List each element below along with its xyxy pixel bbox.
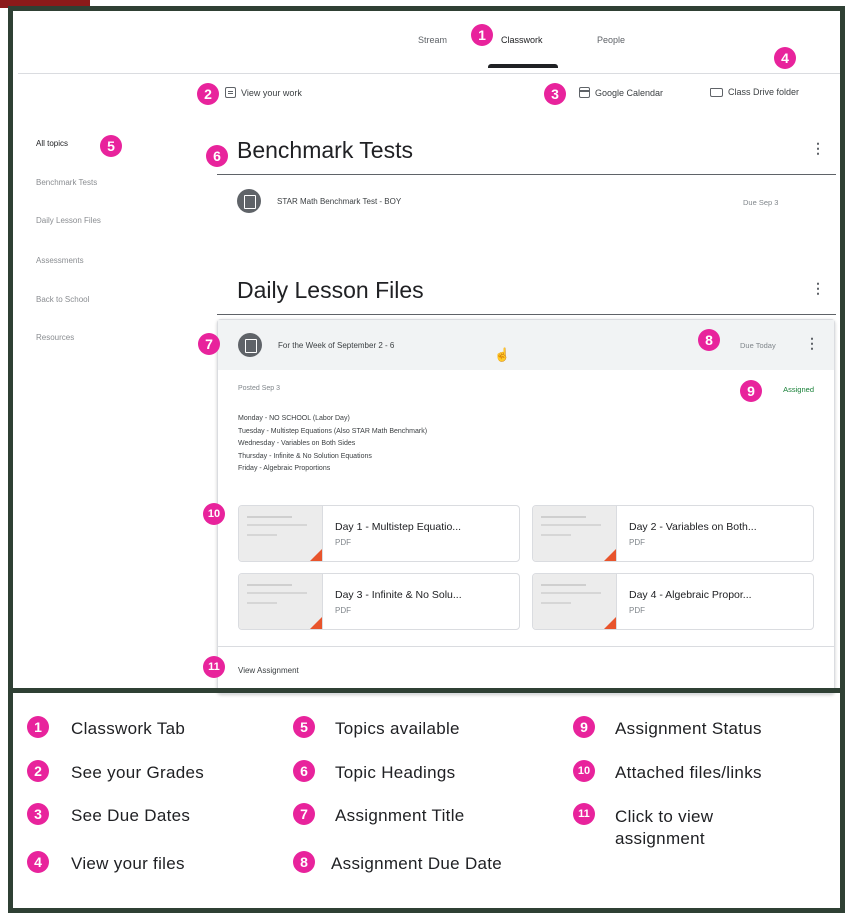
topic-heading-daily-lesson-files: Daily Lesson Files [237,277,424,303]
legend-badge-5: 5 [293,716,315,738]
legend-badge-3: 3 [27,803,49,825]
legend-badge-1: 1 [27,716,49,738]
assignment-due-date: Due Sep 3 [743,198,779,207]
pdf-thumbnail [239,506,323,561]
view-your-work-link[interactable]: View your work [225,87,302,98]
legend-label-7: Assignment Title [335,806,465,825]
sidebar-item-back-to-school[interactable]: Back to School [36,295,89,304]
card-footer-divider [218,646,834,647]
view-your-work-label: View your work [241,87,302,98]
google-calendar-link[interactable]: Google Calendar [579,87,663,98]
callout-badge-7: 7 [198,333,220,355]
legend-label-3: See Due Dates [71,806,191,825]
attachment-day-1[interactable]: Day 1 - Multistep Equatio... PDF [238,505,520,562]
assignment-card-header[interactable]: For the Week of September 2 - 6 Due Toda… [218,320,834,370]
assignment-title[interactable]: STAR Math Benchmark Test - BOY [277,197,401,206]
assignment-icon [225,87,236,98]
assignment-description: Monday - NO SCHOOL (Labor Day) Tuesday -… [238,413,427,476]
more-vert-icon[interactable]: ⋮ [805,335,819,352]
assignment-icon [237,189,261,213]
assignment-status: Assigned [783,385,814,394]
legend-badge-10: 10 [573,760,595,782]
description-line: Thursday - Infinite & No Solution Equati… [238,452,372,460]
legend-badge-8: 8 [293,851,315,873]
legend-badge-6: 6 [293,760,315,782]
assignment-icon [238,333,262,357]
legend-label-4: View your files [71,854,185,873]
assignment-card[interactable]: For the Week of September 2 - 6 Due Toda… [217,319,835,694]
hand-pointer-icon: ☝ [494,347,511,362]
legend-badge-11: 11 [573,803,595,825]
callout-badge-6: 6 [206,145,228,167]
legend-label-6: Topic Headings [335,763,456,782]
callout-badge-10: 10 [203,503,225,525]
callout-badge-8: 8 [698,329,720,351]
callout-badge-5: 5 [100,135,122,157]
legend-label-2: See your Grades [71,763,205,782]
tab-people[interactable]: People [597,35,625,45]
callout-badge-3: 3 [544,83,566,105]
attachment-title: Day 1 - Multistep Equatio... [335,521,462,533]
tab-stream[interactable]: Stream [418,35,447,45]
description-line: Monday - NO SCHOOL (Labor Day) [238,415,350,422]
pdf-thumbnail [533,506,617,561]
pdf-thumbnail [239,574,323,629]
legend-label-8: Assignment Due Date [331,854,503,873]
tab-classwork[interactable]: Classwork [501,35,543,45]
sidebar-item-assessments[interactable]: Assessments [36,256,84,265]
sidebar-item-daily-lesson-files[interactable]: Daily Lesson Files [36,216,101,225]
legend-divider [13,688,845,693]
more-vert-icon[interactable]: ⋮ [811,280,825,297]
google-calendar-label: Google Calendar [595,87,664,98]
legend-badge-2: 2 [27,760,49,782]
description-line: Tuesday - Multistep Equations (Also STAR… [238,427,428,435]
attachment-title: Day 3 - Infinite & No Solu... [335,589,462,601]
attachment-title: Day 4 - Algebraic Propor... [629,589,752,601]
assignment-due-date: Due Today [740,341,776,350]
attachment-day-3[interactable]: Day 3 - Infinite & No Solu... PDF [238,573,520,630]
pdf-thumbnail [533,574,617,629]
description-line: Friday - Algebraic Proportions [238,465,331,472]
callout-badge-1: 1 [471,24,493,46]
sidebar-item-resources[interactable]: Resources [36,333,74,342]
legend-badge-9: 9 [573,716,595,738]
posted-date: Posted Sep 3 [238,385,281,392]
topic-divider [217,174,836,175]
folder-icon [710,87,723,97]
class-drive-folder-label: Class Drive folder [728,87,800,97]
top-nav [18,16,840,74]
more-vert-icon[interactable]: ⋮ [811,140,825,157]
description-line: Wednesday - Variables on Both Sides [238,440,356,447]
attachment-type: PDF [335,606,351,615]
attachment-type: PDF [335,538,351,547]
legend-label-11: Click to view assignment [615,807,714,848]
attachment-type: PDF [629,538,645,547]
sidebar-item-benchmark-tests[interactable]: Benchmark Tests [36,178,97,187]
view-assignment-link[interactable]: View Assignment [238,666,299,675]
legend-badge-4: 4 [27,851,49,873]
callout-badge-4: 4 [774,47,796,69]
legend-label-1: Classwork Tab [71,719,186,738]
legend-badge-7: 7 [293,803,315,825]
callout-badge-2: 2 [197,83,219,105]
assignment-title[interactable]: For the Week of September 2 - 6 [278,341,394,350]
legend-label-5: Topics available [335,719,460,738]
attachment-day-2[interactable]: Day 2 - Variables on Both... PDF [532,505,814,562]
attachment-day-4[interactable]: Day 4 - Algebraic Propor... PDF [532,573,814,630]
callout-badge-11: 11 [203,656,225,678]
topic-heading-benchmark-tests: Benchmark Tests [237,137,413,163]
topic-divider [217,314,836,315]
attachment-title: Day 2 - Variables on Both... [629,521,757,533]
callout-badge-9: 9 [740,380,762,402]
legend-label-10: Attached files/links [615,763,762,782]
active-tab-indicator [488,64,558,68]
legend-label-9: Assignment Status [615,719,762,738]
sidebar-item-all-topics[interactable]: All topics [36,139,68,148]
classroom-frame: Stream Classwork People 1 View your work… [8,6,845,913]
class-drive-folder-link[interactable]: Class Drive folder [710,87,799,97]
calendar-icon [579,87,590,98]
attachment-type: PDF [629,606,645,615]
